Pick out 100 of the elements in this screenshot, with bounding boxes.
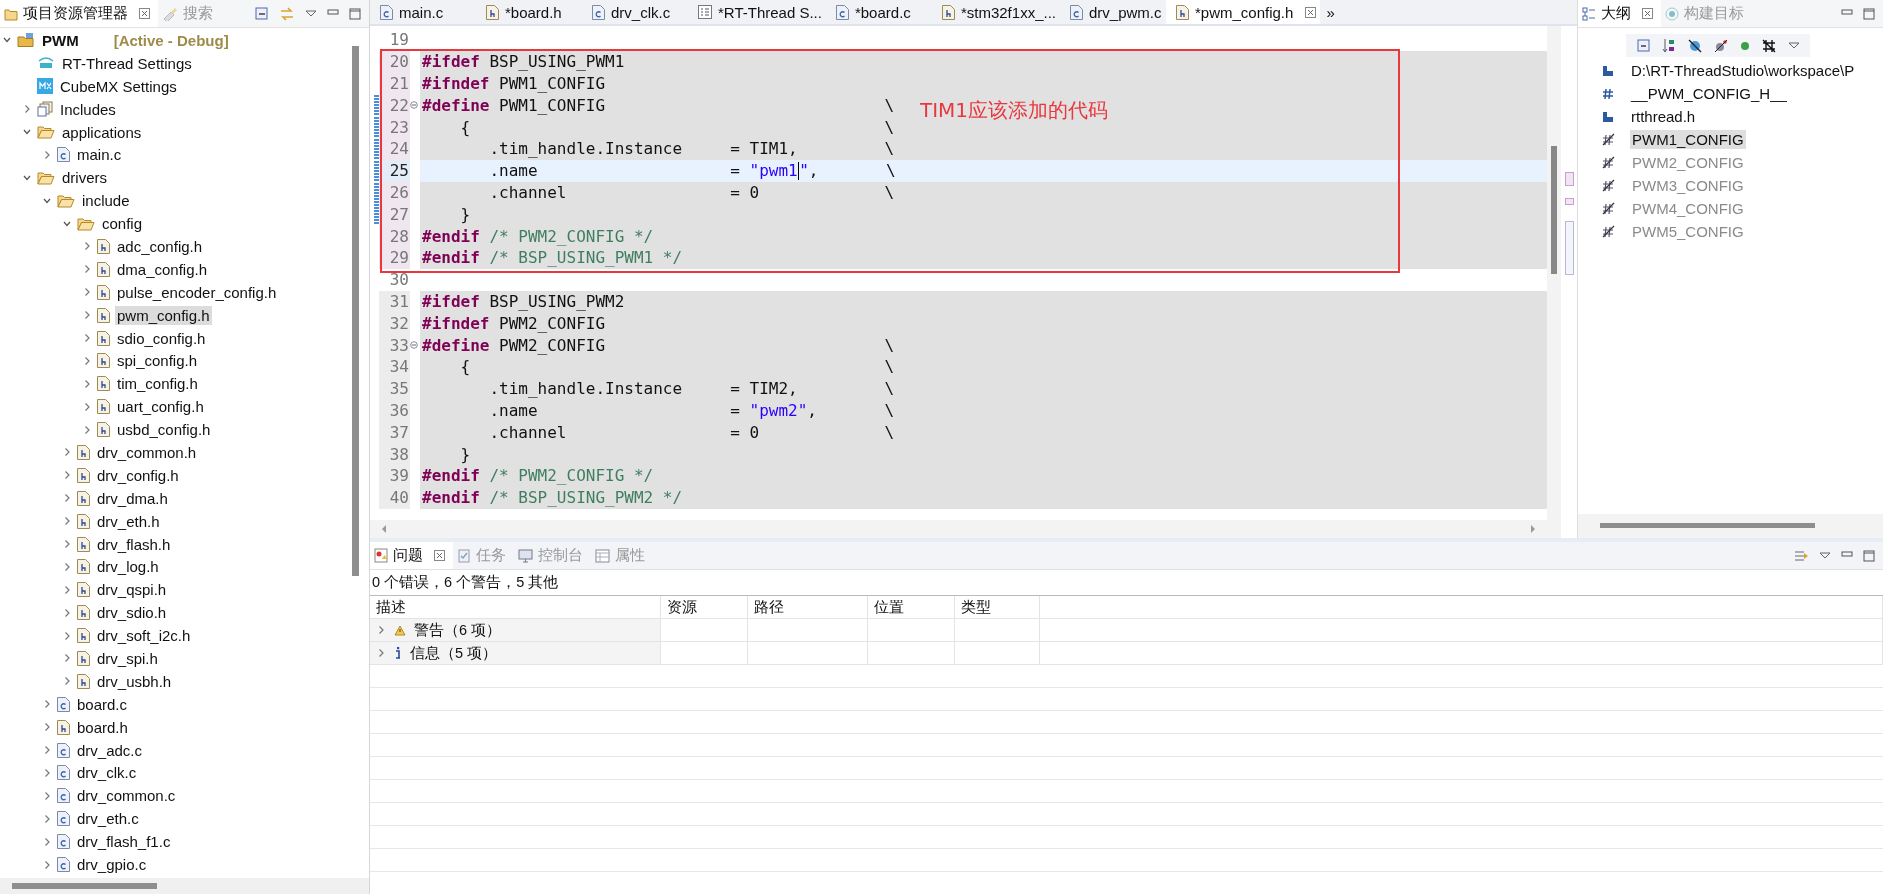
view-menu-icon[interactable] [305, 9, 317, 18]
header-file-icon [77, 444, 90, 460]
tree-item[interactable]: drv_config.h [95, 465, 181, 485]
tree-item[interactable]: drv_adc.c [75, 740, 145, 760]
outline-item[interactable]: __PWM_CONFIG_H__ [1629, 84, 1789, 103]
view-tab[interactable]: 问题 [370, 542, 453, 569]
tree-item[interactable]: sdio_config.h [115, 328, 208, 348]
tree-item[interactable]: drv_spi.h [95, 649, 160, 668]
editor-tab[interactable]: drv_pwm.c [1060, 0, 1166, 24]
tree-item[interactable]: include [80, 191, 132, 211]
close-icon[interactable] [1305, 6, 1317, 18]
scrollbar-thumb[interactable] [12, 883, 157, 889]
maximize-icon[interactable] [1863, 7, 1875, 20]
tree-item[interactable]: drv_flash_f1.c [75, 832, 173, 852]
editor-tab[interactable]: main.c [370, 0, 476, 24]
scrollbar-thumb[interactable] [1600, 523, 1815, 528]
tree-item[interactable]: tim_config.h [115, 374, 200, 394]
fold-icon[interactable] [410, 101, 418, 110]
tree-item[interactable]: config [100, 214, 145, 234]
scroll-left-icon[interactable] [380, 524, 388, 534]
tree-item[interactable]: board.h [75, 717, 130, 737]
header-file-icon [57, 719, 70, 735]
tree-item[interactable]: RT-Thread Settings [60, 53, 194, 73]
tree-item[interactable]: dma_config.h [115, 259, 210, 279]
outline-item[interactable]: D:\RT-ThreadStudio\workspace\P [1629, 61, 1857, 80]
editor-tab[interactable]: drv_clk.c [582, 0, 688, 24]
tree-item[interactable]: uart_config.h [115, 397, 206, 417]
dot-icon[interactable] [1740, 40, 1750, 51]
outline-item[interactable]: rtthread.h [1629, 107, 1698, 126]
monitor-icon [518, 548, 533, 563]
header-file-icon [1176, 4, 1189, 20]
header-file-icon [77, 559, 90, 575]
collapse-all-icon[interactable] [1636, 38, 1650, 53]
tree-item[interactable]: pwm_config.h [115, 305, 212, 325]
column-header[interactable]: 类型 [955, 596, 1040, 619]
tree-item[interactable]: Includes [58, 99, 118, 119]
outline-item[interactable]: PWM1_CONFIG [1630, 130, 1746, 149]
folder-icon [57, 193, 75, 208]
tree-item[interactable]: main.c [75, 145, 124, 165]
line-number: 22 [379, 94, 410, 117]
c-file-icon [57, 811, 70, 827]
tree-item[interactable]: adc_config.h [115, 236, 205, 256]
view-menu-icon[interactable] [1788, 41, 1800, 50]
scrollbar-thumb[interactable] [1551, 146, 1557, 274]
maximize-icon[interactable] [1863, 549, 1875, 562]
tree-item[interactable]: drv_dma.h [95, 488, 170, 508]
fold-icon[interactable] [410, 341, 418, 350]
editor-tab[interactable]: *stm32f1xx_... [931, 0, 1060, 24]
tree-item[interactable]: pulse_encoder_config.h [115, 282, 279, 302]
tree-item[interactable]: drv_soft_i2c.h [95, 626, 193, 646]
sort-icon[interactable] [1662, 38, 1676, 53]
tree-item[interactable]: drv_gpio.c [75, 855, 149, 874]
tree-item[interactable]: drv_common.c [75, 786, 178, 806]
tree-item[interactable]: drv_usbh.h [95, 671, 174, 691]
collapse-all-icon[interactable] [253, 6, 269, 21]
close-icon[interactable] [1642, 8, 1653, 19]
hide-fields-icon[interactable] [1688, 38, 1702, 53]
tree-item[interactable]: PWM [40, 30, 81, 50]
tree-item[interactable]: drv_qspi.h [95, 580, 169, 600]
close-icon[interactable] [139, 8, 150, 19]
column-header[interactable]: 路径 [748, 596, 868, 619]
more-tabs-button[interactable]: » [1320, 3, 1341, 21]
flashlight-icon [162, 6, 178, 21]
tree-item[interactable]: applications [60, 122, 144, 142]
tree-item[interactable]: board.c [75, 694, 130, 714]
tree-item[interactable]: CubeMX Settings [58, 76, 179, 96]
tree-item[interactable]: drivers [60, 168, 109, 188]
editor-tab[interactable]: *pwm_config.h [1166, 0, 1321, 24]
includes-icon [37, 101, 53, 118]
close-icon[interactable] [434, 550, 445, 561]
tree-item[interactable]: drv_flash.h [95, 534, 173, 554]
header-file-icon [486, 4, 499, 20]
tree-item[interactable]: spi_config.h [115, 351, 200, 371]
editor-tab[interactable]: *board.c [825, 0, 932, 24]
tree-item[interactable]: drv_eth.c [75, 809, 141, 829]
header-file-icon [97, 376, 110, 392]
editor-tab[interactable]: *board.h [476, 0, 582, 24]
c-file-icon [57, 788, 70, 804]
line-number: 30 [388, 269, 410, 291]
tree-item[interactable]: drv_eth.h [95, 511, 162, 531]
tree-item[interactable]: drv_clk.c [75, 763, 139, 783]
outline-icon [1582, 6, 1596, 21]
column-header[interactable]: 位置 [868, 596, 955, 619]
maximize-icon[interactable] [349, 7, 361, 20]
column-header[interactable]: 资源 [661, 596, 748, 619]
tree-item[interactable]: usbd_config.h [115, 420, 213, 440]
hide-static-icon[interactable] [1714, 38, 1728, 53]
view-tab[interactable]: 项目资源管理器 [0, 0, 158, 27]
scrollbar-thumb[interactable] [352, 46, 359, 576]
header-file-icon [77, 582, 90, 598]
tree-item[interactable]: drv_log.h [95, 557, 161, 577]
view-tab[interactable]: 大纲 [1578, 0, 1661, 27]
editor-tab[interactable]: *RT-Thread S... [688, 0, 826, 24]
hide-macros-icon[interactable] [1762, 38, 1776, 53]
header-file-icon [941, 4, 955, 20]
c-file-icon [1070, 4, 1083, 20]
view-menu-icon[interactable] [1819, 551, 1831, 560]
tree-item[interactable]: drv_common.h [95, 442, 199, 462]
tree-item[interactable]: drv_sdio.h [95, 603, 169, 623]
scroll-right-icon[interactable] [1529, 524, 1537, 534]
